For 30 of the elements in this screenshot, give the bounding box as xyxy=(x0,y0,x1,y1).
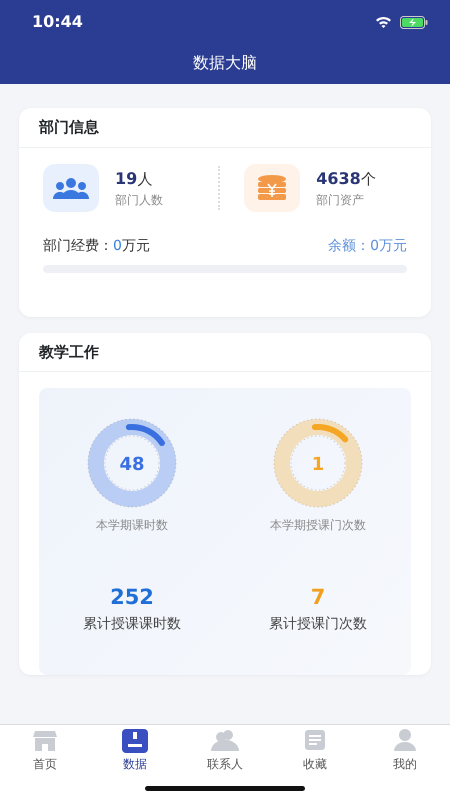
total-label: 累计授课门次数 xyxy=(269,614,367,634)
tab[interactable]: 我的 xyxy=(360,725,450,800)
status-time: 10:44 xyxy=(32,11,83,33)
tab[interactable]: 首页 xyxy=(0,725,90,800)
card-title: 部门信息 xyxy=(19,108,431,148)
ring-label: 本学期授课门次数 xyxy=(270,517,366,534)
tab[interactable]: 联系人 xyxy=(180,725,270,800)
document-icon xyxy=(304,729,326,751)
budget-text: 部门经费：0万元 xyxy=(43,236,150,256)
stat-label: 部门人数 xyxy=(115,192,163,208)
person-icon xyxy=(394,729,416,751)
battery-charging-icon xyxy=(400,16,428,28)
store-icon xyxy=(33,729,57,751)
page-title: 数据大脑 xyxy=(192,52,258,74)
card-title: 教学工作 xyxy=(19,332,431,372)
stat-value: 19人 xyxy=(115,168,154,190)
total-value: 252 xyxy=(110,584,154,611)
ring-value: 48 xyxy=(119,454,145,475)
balance-text: 余额：0万元 xyxy=(328,236,407,256)
total-label: 累计授课课时数 xyxy=(83,614,181,634)
ring-value: 1 xyxy=(312,454,324,475)
people-icon xyxy=(53,176,89,198)
total-value: 7 xyxy=(310,584,326,611)
wifi-icon xyxy=(375,16,392,28)
contacts-icon xyxy=(211,729,239,751)
ring-label: 本学期课时数 xyxy=(96,517,168,534)
coins-icon xyxy=(257,174,288,200)
stat-value: 4638个 xyxy=(316,168,376,190)
data-icon xyxy=(122,729,148,753)
stat-label: 部门资产 xyxy=(316,192,366,208)
